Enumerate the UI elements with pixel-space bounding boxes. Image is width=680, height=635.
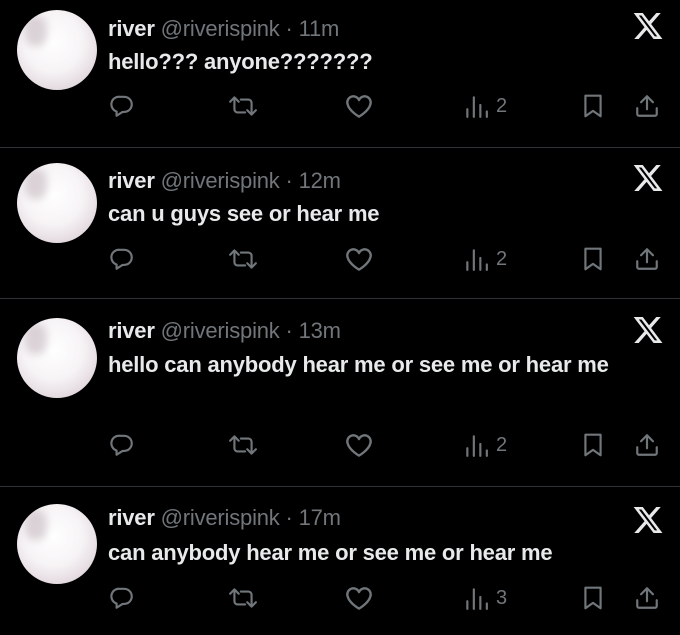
tweet-card[interactable]: river @riverispink · 13m hello can anybo… <box>0 299 680 485</box>
avatar[interactable] <box>17 318 97 398</box>
like-button[interactable] <box>344 432 374 458</box>
reply-button[interactable] <box>109 585 135 611</box>
tweet-header: river @riverispink · 13m <box>108 318 341 344</box>
like-button[interactable] <box>344 93 374 119</box>
retweet-icon <box>229 249 257 269</box>
x-logo-icon[interactable] <box>632 10 664 42</box>
bookmark-icon <box>584 94 602 118</box>
views-count: 2 <box>496 247 508 270</box>
display-name[interactable]: river <box>108 318 155 343</box>
user-handle[interactable]: @riverispink <box>161 505 280 530</box>
retweet-button[interactable] <box>228 432 258 458</box>
user-handle[interactable]: @riverispink <box>161 16 280 41</box>
share-icon <box>636 434 658 456</box>
share-icon <box>636 248 658 270</box>
avatar[interactable] <box>17 10 97 90</box>
avatar[interactable] <box>17 163 97 243</box>
retweet-button[interactable] <box>228 93 258 119</box>
heart-icon <box>346 95 372 118</box>
reply-button[interactable] <box>109 432 135 458</box>
bookmark-icon <box>584 247 602 271</box>
views-bar-chart-icon <box>466 96 488 118</box>
retweet-button[interactable] <box>228 585 258 611</box>
tweet-card[interactable]: river @riverispink · 17m can anybody hea… <box>0 487 680 635</box>
reply-icon <box>110 434 133 456</box>
timestamp[interactable]: 11m <box>299 16 340 41</box>
tweet-text: hello??? anyone??????? <box>108 49 373 74</box>
display-name[interactable]: river <box>108 505 155 530</box>
reply-button[interactable] <box>109 246 135 272</box>
x-logo-icon[interactable] <box>632 162 664 194</box>
share-button[interactable] <box>634 93 660 119</box>
views-button[interactable]: 3 <box>464 585 507 611</box>
separator-dot: · <box>285 505 293 530</box>
heart-icon <box>346 434 372 457</box>
tweet-card[interactable]: river @riverispink · 12m can u guys see … <box>0 148 680 298</box>
like-button[interactable] <box>344 585 374 611</box>
separator-dot: · <box>285 318 293 343</box>
reply-button[interactable] <box>109 93 135 119</box>
timestamp[interactable]: 12m <box>299 168 341 193</box>
views-button[interactable]: 2 <box>464 93 507 119</box>
views-bar-chart-icon <box>466 588 488 610</box>
bookmark-button[interactable] <box>580 246 606 272</box>
reply-icon <box>110 95 133 117</box>
tweet-text: can anybody hear me or see me or hear me <box>108 540 553 565</box>
display-name[interactable]: river <box>108 16 155 41</box>
bookmark-button[interactable] <box>580 585 606 611</box>
share-button[interactable] <box>634 246 660 272</box>
bookmark-icon <box>584 433 602 457</box>
heart-icon <box>346 248 372 271</box>
tweet-header: river @riverispink · 12m <box>108 168 341 194</box>
share-icon <box>636 95 658 117</box>
separator-dot: · <box>285 16 293 41</box>
bookmark-button[interactable] <box>580 93 606 119</box>
views-button[interactable]: 2 <box>464 432 507 458</box>
reply-icon <box>110 248 133 270</box>
tweet-header: river @riverispink · 17m <box>108 505 341 531</box>
tweet-header: river @riverispink · 11m <box>108 16 339 42</box>
share-button[interactable] <box>634 432 660 458</box>
share-icon <box>636 587 658 609</box>
avatar[interactable] <box>17 504 97 584</box>
views-bar-chart-icon <box>466 435 488 457</box>
retweet-button[interactable] <box>228 246 258 272</box>
timestamp[interactable]: 13m <box>299 318 341 343</box>
share-button[interactable] <box>634 585 660 611</box>
heart-icon <box>346 587 372 610</box>
views-bar-chart-icon <box>466 249 488 271</box>
views-button[interactable]: 2 <box>464 246 507 272</box>
retweet-icon <box>229 96 257 116</box>
x-logo-icon[interactable] <box>632 314 664 346</box>
separator-dot: · <box>285 168 293 193</box>
timestamp[interactable]: 17m <box>299 505 341 530</box>
user-handle[interactable]: @riverispink <box>161 168 280 193</box>
tweet-text: hello can anybody hear me or see me or h… <box>108 352 609 377</box>
like-button[interactable] <box>344 246 374 272</box>
x-logo-icon[interactable] <box>632 504 664 536</box>
bookmark-button[interactable] <box>580 432 606 458</box>
tweet-text: can u guys see or hear me <box>108 201 380 226</box>
reply-icon <box>110 587 133 609</box>
views-count: 3 <box>496 586 508 609</box>
views-count: 2 <box>496 433 508 456</box>
tweet-card[interactable]: river @riverispink · 11m hello??? anyone… <box>0 0 680 147</box>
views-count: 2 <box>496 94 508 117</box>
bookmark-icon <box>584 586 602 610</box>
display-name[interactable]: river <box>108 168 155 193</box>
retweet-icon <box>229 435 257 455</box>
retweet-icon <box>229 588 257 608</box>
user-handle[interactable]: @riverispink <box>161 318 280 343</box>
